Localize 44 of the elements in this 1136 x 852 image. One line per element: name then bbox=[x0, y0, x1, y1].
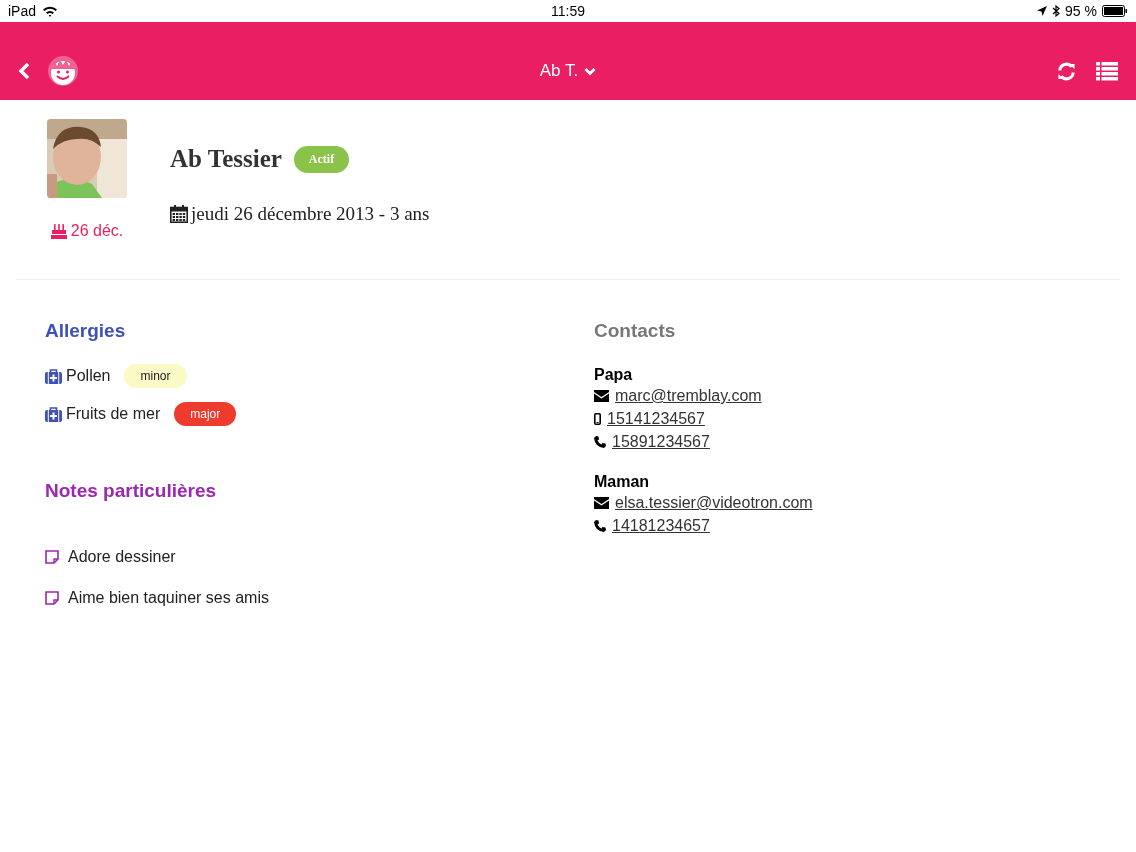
battery-icon bbox=[1102, 5, 1128, 17]
section-heading: Notes particulières bbox=[45, 480, 218, 502]
severity-badge: major bbox=[174, 402, 237, 426]
email-link[interactable]: elsa.tessier@videotron.com bbox=[615, 494, 813, 512]
phone-icon bbox=[594, 436, 606, 448]
envelope-icon bbox=[594, 390, 609, 402]
section-heading: Allergies bbox=[45, 320, 127, 342]
child-name: Ab Tessier bbox=[170, 145, 282, 173]
back-icon[interactable] bbox=[18, 62, 30, 80]
section-heading: Contacts bbox=[594, 320, 677, 342]
chevron-down-icon bbox=[584, 66, 597, 76]
clock: 11:59 bbox=[551, 3, 585, 19]
mobile-phone-icon bbox=[594, 413, 601, 425]
wifi-icon bbox=[42, 5, 59, 17]
calendar-icon bbox=[170, 205, 188, 223]
device-name: iPad bbox=[8, 3, 37, 19]
refresh-icon[interactable] bbox=[1057, 61, 1076, 81]
contact-name: Maman bbox=[594, 473, 651, 491]
allergy-name: Fruits de mer bbox=[66, 405, 161, 423]
email-link[interactable]: marc@tremblay.com bbox=[615, 387, 762, 405]
status-badge: Actif bbox=[293, 145, 350, 173]
phone-link[interactable]: 14181234657 bbox=[612, 517, 710, 535]
bluetooth-icon bbox=[1052, 5, 1061, 17]
phone-icon bbox=[594, 520, 606, 532]
cake-icon bbox=[50, 223, 67, 239]
envelope-icon bbox=[594, 497, 609, 509]
medical-kit-icon bbox=[45, 368, 62, 384]
title-dropdown[interactable]: Ab T. bbox=[539, 61, 597, 81]
birth-date: jeudi 26 décembre 2013 - 3 ans bbox=[191, 203, 430, 225]
location-icon bbox=[1037, 6, 1048, 16]
note-text: Aime bien taquiner ses amis bbox=[68, 589, 269, 607]
phone-link[interactable]: 15891234567 bbox=[612, 433, 710, 451]
battery-percentage: 95 % bbox=[1065, 3, 1097, 19]
phone-link[interactable]: 15141234567 bbox=[607, 410, 705, 428]
contact-name: Papa bbox=[594, 366, 634, 384]
medical-kit-icon bbox=[45, 406, 62, 422]
list-icon[interactable] bbox=[1096, 61, 1118, 81]
allergy-name: Pollen bbox=[66, 367, 111, 385]
birthday-text: 26 déc. bbox=[70, 222, 124, 240]
note-icon bbox=[45, 591, 59, 605]
note-icon bbox=[45, 550, 59, 564]
smiley-icon[interactable] bbox=[48, 56, 78, 86]
note-text: Adore dessiner bbox=[68, 548, 176, 566]
severity-badge: minor bbox=[124, 364, 187, 388]
